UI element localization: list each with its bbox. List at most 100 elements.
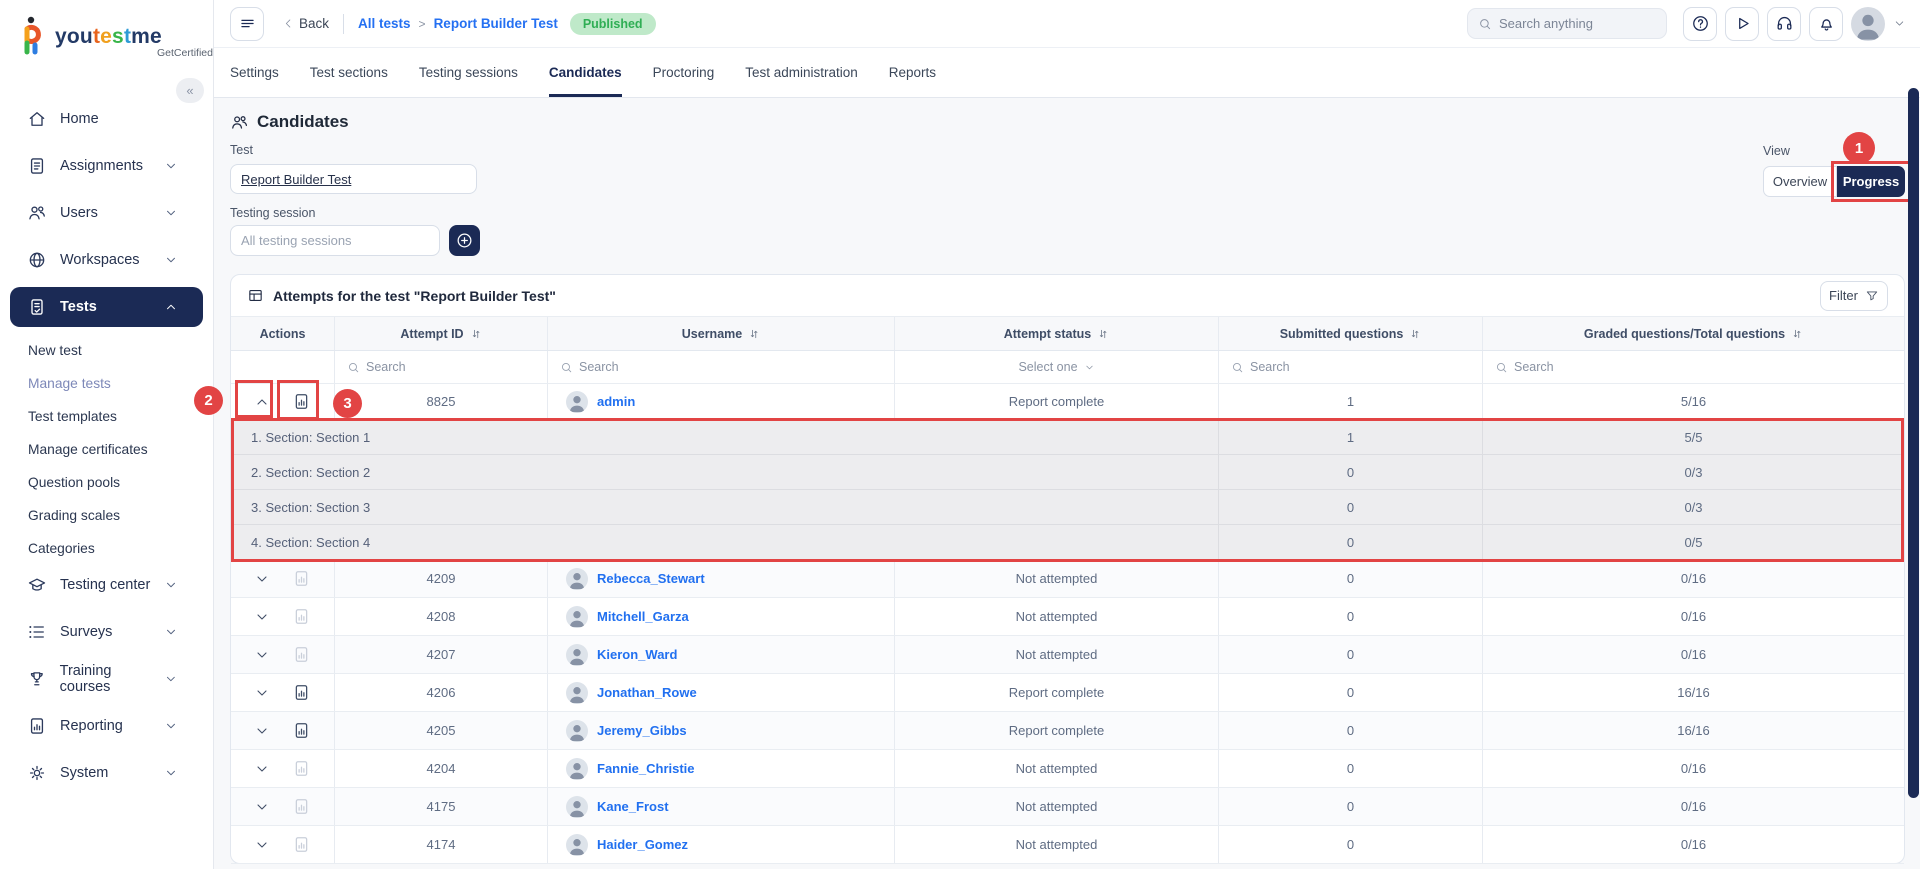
- support-button[interactable]: [1767, 7, 1801, 41]
- personal-report-icon[interactable]: [292, 607, 311, 626]
- username-link[interactable]: Rebecca_Stewart: [597, 571, 705, 586]
- back-button[interactable]: Back: [282, 16, 329, 31]
- sidebar-item-tests[interactable]: Tests: [10, 287, 203, 327]
- column-header-username[interactable]: Username: [548, 317, 895, 350]
- test-select-field[interactable]: Report Builder Test: [230, 164, 477, 194]
- filter-button[interactable]: Filter: [1820, 281, 1888, 311]
- expand-row-chevron-down-icon[interactable]: [254, 571, 270, 587]
- attempt-status-cell: Report complete: [895, 674, 1219, 711]
- tab-test-sections[interactable]: Test sections: [310, 48, 388, 97]
- sidebar-item-surveys[interactable]: Surveys: [10, 612, 203, 652]
- sort-icon[interactable]: [748, 328, 760, 340]
- personal-report-icon[interactable]: [292, 835, 311, 854]
- personal-report-icon[interactable]: [292, 797, 311, 816]
- table-row-attempt-4205: 4205Jeremy_GibbsReport complete016/16: [231, 712, 1904, 750]
- sort-icon[interactable]: [1097, 328, 1109, 340]
- expand-row-chevron-down-icon[interactable]: [254, 799, 270, 815]
- table-title: Attempts for the test "Report Builder Te…: [273, 288, 556, 304]
- username-link[interactable]: Haider_Gomez: [597, 837, 688, 852]
- submitted-questions-search-input[interactable]: [1250, 360, 1451, 374]
- expand-row-chevron-up-icon[interactable]: [254, 394, 270, 410]
- personal-report-icon[interactable]: [292, 759, 311, 778]
- breadcrumb-current-test[interactable]: Report Builder Test: [434, 16, 558, 31]
- notifications-button[interactable]: [1809, 7, 1843, 41]
- username-link[interactable]: Jeremy_Gibbs: [597, 723, 687, 738]
- sidebar-item-assignments[interactable]: Assignments: [10, 146, 203, 186]
- personal-report-icon[interactable]: [292, 645, 311, 664]
- add-session-button[interactable]: [449, 225, 480, 256]
- column-header-attempt-id[interactable]: Attempt ID: [335, 317, 548, 350]
- hamburger-menu-button[interactable]: [230, 7, 264, 41]
- username-link[interactable]: admin: [597, 394, 635, 409]
- sidebar-item-system[interactable]: System: [10, 753, 203, 793]
- attempt-id-search[interactable]: [335, 351, 548, 383]
- view-overview-button[interactable]: Overview: [1763, 166, 1837, 197]
- sidebar-subitem-categories[interactable]: Categories: [0, 532, 213, 565]
- tab-candidates[interactable]: Candidates: [549, 48, 622, 97]
- sidebar-item-testing-center[interactable]: Testing center: [10, 565, 203, 605]
- attempt-id-cell: 4206: [335, 674, 548, 711]
- sidebar-item-label: Surveys: [60, 624, 112, 640]
- global-search-input[interactable]: [1499, 16, 1649, 31]
- graded-questions-cell: 0/16: [1483, 788, 1904, 825]
- personal-report-icon[interactable]: [292, 569, 311, 588]
- expand-row-chevron-down-icon[interactable]: [254, 761, 270, 777]
- sidebar-subitem-grading-scales[interactable]: Grading scales: [0, 499, 213, 532]
- expand-row-chevron-down-icon[interactable]: [254, 723, 270, 739]
- view-progress-button[interactable]: Progress: [1837, 166, 1905, 197]
- sort-icon[interactable]: [1409, 328, 1421, 340]
- tutorial-play-button[interactable]: [1725, 7, 1759, 41]
- tab-testing-sessions[interactable]: Testing sessions: [419, 48, 518, 97]
- column-header-graded-questions-total-questions[interactable]: Graded questions/Total questions: [1483, 317, 1904, 350]
- expand-row-chevron-down-icon[interactable]: [254, 837, 270, 853]
- sidebar-item-users[interactable]: Users: [10, 193, 203, 233]
- personal-report-icon[interactable]: [292, 683, 311, 702]
- sidebar-collapse-button[interactable]: «: [176, 78, 204, 103]
- graded-questions-search[interactable]: [1483, 351, 1904, 383]
- sidebar-item-home[interactable]: Home: [10, 99, 203, 139]
- personal-report-icon[interactable]: [292, 721, 311, 740]
- sidebar-subitem-manage-certificates[interactable]: Manage certificates: [0, 433, 213, 466]
- sidebar-subitem-test-templates[interactable]: Test templates: [0, 400, 213, 433]
- sidebar-subitem-question-pools[interactable]: Question pools: [0, 466, 213, 499]
- column-header-attempt-status[interactable]: Attempt status: [895, 317, 1219, 350]
- tab-proctoring[interactable]: Proctoring: [653, 48, 715, 97]
- personal-report-icon[interactable]: [292, 392, 311, 411]
- sidebar-subitem-manage-tests[interactable]: Manage tests: [0, 367, 213, 400]
- username-link[interactable]: Jonathan_Rowe: [597, 685, 697, 700]
- username-search[interactable]: [548, 351, 895, 383]
- vertical-scrollbar-thumb[interactable]: [1908, 88, 1919, 798]
- sidebar-item-reporting[interactable]: Reporting: [10, 706, 203, 746]
- sort-icon[interactable]: [1791, 328, 1803, 340]
- expand-row-chevron-down-icon[interactable]: [254, 685, 270, 701]
- username-link[interactable]: Fannie_Christie: [597, 761, 695, 776]
- tab-test-administration[interactable]: Test administration: [745, 48, 858, 97]
- global-search[interactable]: [1467, 8, 1667, 39]
- sidebar-item-workspaces[interactable]: Workspaces: [10, 240, 203, 280]
- sidebar-subitem-new-test[interactable]: New test: [0, 334, 213, 367]
- test-select-value[interactable]: Report Builder Test: [241, 172, 351, 187]
- user-menu-chevron-icon[interactable]: [1893, 17, 1906, 30]
- username-cell: Rebecca_Stewart: [548, 560, 895, 597]
- username-cell: Kieron_Ward: [548, 636, 895, 673]
- expand-row-chevron-down-icon[interactable]: [254, 647, 270, 663]
- attempt-status-select[interactable]: Select one: [895, 351, 1219, 383]
- tab-reports[interactable]: Reports: [889, 48, 936, 97]
- submitted-questions-search[interactable]: [1219, 351, 1483, 383]
- username-search-input[interactable]: [579, 360, 846, 374]
- username-link[interactable]: Mitchell_Garza: [597, 609, 689, 624]
- submitted-questions-cell: 0: [1219, 560, 1483, 597]
- graded-questions-search-input[interactable]: [1514, 360, 1841, 374]
- expand-row-chevron-down-icon[interactable]: [254, 609, 270, 625]
- breadcrumb-all-tests[interactable]: All tests: [358, 16, 411, 31]
- help-button[interactable]: [1683, 7, 1717, 41]
- username-link[interactable]: Kane_Frost: [597, 799, 669, 814]
- username-link[interactable]: Kieron_Ward: [597, 647, 677, 662]
- tab-settings[interactable]: Settings: [230, 48, 279, 97]
- sidebar-item-training-courses[interactable]: Training courses: [10, 659, 203, 699]
- testing-session-input[interactable]: [230, 225, 440, 256]
- user-avatar[interactable]: [1851, 7, 1885, 41]
- column-header-submitted-questions[interactable]: Submitted questions: [1219, 317, 1483, 350]
- sort-icon[interactable]: [470, 328, 482, 340]
- attempt-id-search-input[interactable]: [366, 360, 526, 374]
